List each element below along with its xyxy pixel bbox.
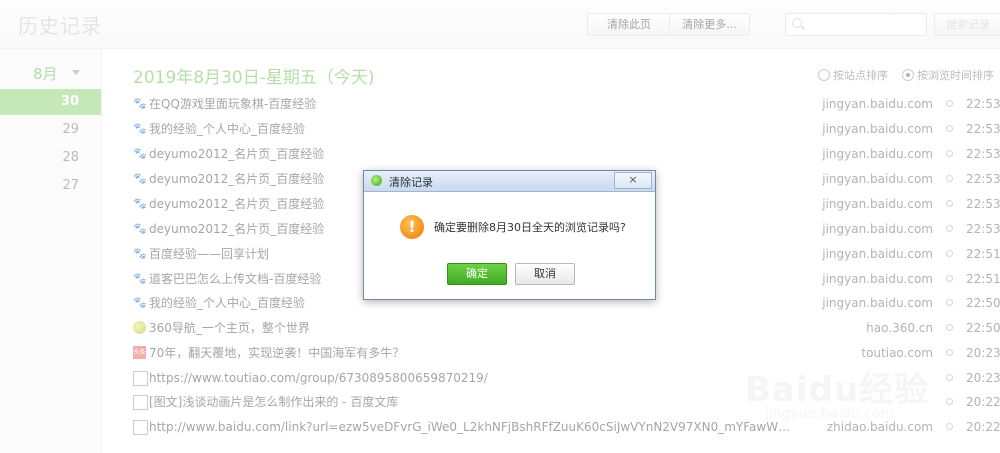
confirm-button[interactable]: 确定 — [447, 263, 507, 285]
clear-records-dialog: 清除记录 × ! 确定要删除8月30日全天的浏览记录吗? 确定 取消 — [363, 170, 656, 300]
browser-logo-icon — [371, 175, 382, 186]
dialog-message: 确定要删除8月30日全天的浏览记录吗? — [434, 221, 626, 234]
history-window: 历史记录 清除此页 清除更多... 搜索记录 8月 30 29 28 27 20… — [0, 0, 1000, 453]
dialog-close-button[interactable]: × — [614, 172, 652, 189]
dialog-titlebar[interactable]: 清除记录 × — [364, 171, 655, 192]
dialog-title: 清除记录 — [389, 176, 433, 189]
warning-icon: ! — [400, 215, 424, 239]
cancel-button[interactable]: 取消 — [515, 263, 575, 285]
